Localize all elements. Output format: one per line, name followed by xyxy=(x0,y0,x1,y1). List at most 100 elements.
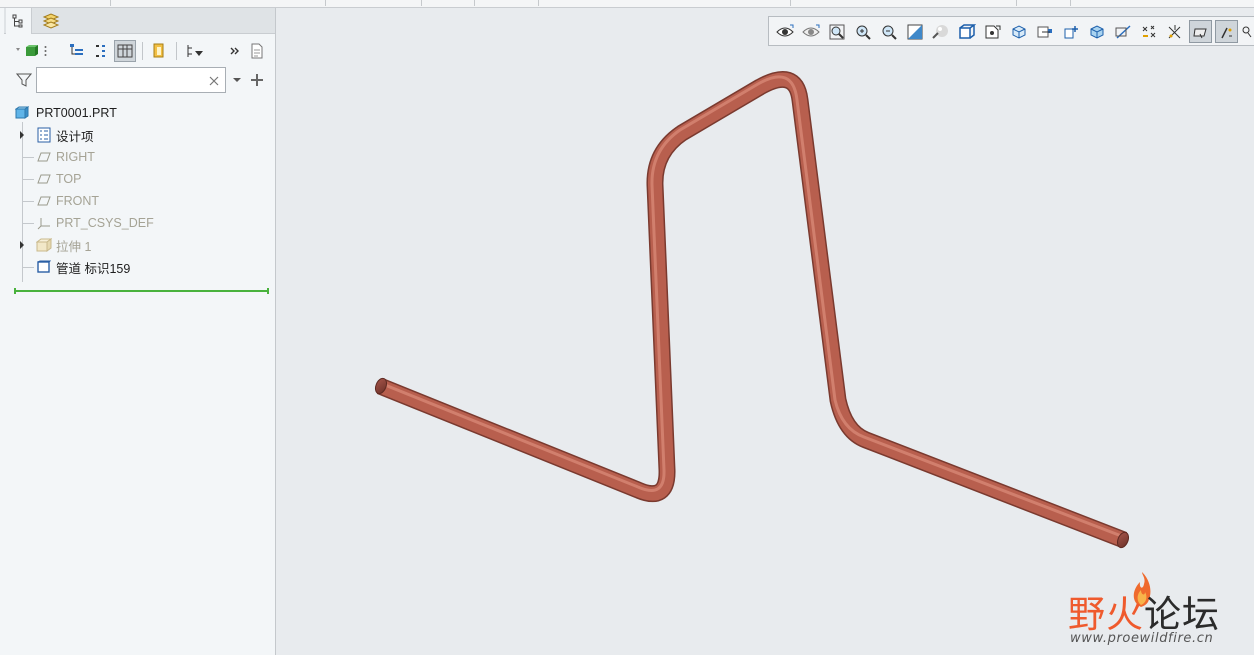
repaint-button[interactable] xyxy=(903,20,926,43)
named-views-icon xyxy=(958,23,976,39)
forum-watermark: 野火论坛 www.proewildfire.cn xyxy=(1068,572,1248,650)
tree-filters-button[interactable] xyxy=(90,40,112,62)
graphics-toolbar xyxy=(768,16,1254,46)
ribbon-separator xyxy=(1016,0,1017,6)
named-views-button[interactable] xyxy=(955,20,978,43)
tree-item-label: TOP xyxy=(56,172,82,186)
section-button[interactable] xyxy=(981,20,1004,43)
notes-icon xyxy=(251,43,263,59)
ribbon-separator xyxy=(325,0,326,6)
tree-item-right-plane[interactable]: RIGHT xyxy=(12,146,270,168)
point-display-icon xyxy=(1142,25,1155,37)
expand-arrow-icon[interactable] xyxy=(18,131,26,139)
toolbar-separator xyxy=(142,42,143,60)
suppressed-button[interactable] xyxy=(182,40,208,62)
saved-views-icon xyxy=(775,24,794,36)
more-button[interactable] xyxy=(224,40,246,62)
ribbon-separator xyxy=(421,0,422,6)
zoom-in-button[interactable] xyxy=(851,20,874,43)
plane-display-button[interactable] xyxy=(1085,20,1108,43)
repaint-icon xyxy=(907,24,922,39)
model-tree-tab[interactable] xyxy=(6,8,32,34)
graphics-window[interactable] xyxy=(276,8,1254,655)
search-row xyxy=(14,66,272,94)
show-part-button[interactable] xyxy=(14,40,42,62)
settings-icon xyxy=(70,44,83,55)
plane-display-icon xyxy=(1090,24,1103,39)
insert-here-marker[interactable] xyxy=(14,288,269,294)
zoom-out-button[interactable] xyxy=(877,20,900,43)
more-icon xyxy=(230,47,239,55)
tree-item-top-plane[interactable]: TOP xyxy=(12,168,270,190)
annotation-orientation-button[interactable] xyxy=(1215,20,1238,43)
tree-root[interactable]: PRT0001.PRT xyxy=(12,102,270,124)
watermark-url: www.proewildfire.cn xyxy=(1070,631,1214,646)
expand-arrow-icon[interactable] xyxy=(18,241,26,249)
section-icon xyxy=(985,25,1000,38)
clear-icon[interactable] xyxy=(209,76,219,86)
tree-item-extrude[interactable]: 拉伸 1 xyxy=(12,234,270,256)
tree-item-label: PRT_CSYS_DEF xyxy=(56,216,154,230)
tree-item-label: RIGHT xyxy=(56,150,95,164)
saved-views-button[interactable] xyxy=(773,20,796,43)
edge-display-icon xyxy=(1242,26,1252,37)
tree-item-csys[interactable]: PRT_CSYS_DEF xyxy=(12,212,270,234)
tree-root-label: PRT0001.PRT xyxy=(36,106,117,120)
design-items-icon xyxy=(36,127,52,143)
layers-tab[interactable] xyxy=(38,8,64,34)
annotation-display-icon xyxy=(1064,25,1078,38)
csys-display-button[interactable] xyxy=(1163,20,1186,43)
tree-item-label: 管道 标识159 xyxy=(56,261,131,276)
tree-columns-icon xyxy=(117,44,133,58)
settings-button[interactable] xyxy=(66,40,88,62)
pipe-feature-icon xyxy=(36,259,52,275)
ribbon-separator xyxy=(790,0,791,6)
more-dots xyxy=(42,40,48,62)
perspective-icon xyxy=(1037,26,1052,37)
navigator-tabs xyxy=(4,8,275,34)
annotation-display-button[interactable] xyxy=(1059,20,1082,43)
navigator-panel: PRT0001.PRT 设计项 RIGHT TOP FRONT PRT_CSYS… xyxy=(0,8,276,655)
datum-plane-icon xyxy=(36,171,52,187)
filter-icon[interactable] xyxy=(16,72,32,88)
orient-icon xyxy=(1012,24,1025,39)
tree-item-front-plane[interactable]: FRONT xyxy=(12,190,270,212)
tree-filters-icon xyxy=(96,45,105,57)
orient-button[interactable] xyxy=(1007,20,1030,43)
refit-button[interactable] xyxy=(825,20,848,43)
ribbon-separator xyxy=(1070,0,1071,6)
tree-item-label: 设计项 xyxy=(56,129,94,144)
layers-icon xyxy=(42,13,60,29)
edge-display-button[interactable] xyxy=(1241,20,1254,43)
search-input[interactable] xyxy=(40,71,205,89)
tree-columns-button[interactable] xyxy=(114,40,136,62)
point-display-button[interactable] xyxy=(1137,20,1160,43)
appearance-button[interactable] xyxy=(799,20,822,43)
csys-display-icon xyxy=(1168,24,1180,38)
display-style-button[interactable] xyxy=(929,20,952,43)
tree-item-label: 拉伸 1 xyxy=(56,239,92,254)
grid-view-icon xyxy=(153,43,164,58)
watermark-title-part2: 论坛 xyxy=(1144,593,1220,636)
perspective-button[interactable] xyxy=(1033,20,1056,43)
tree-item-label: FRONT xyxy=(56,194,100,208)
extrude-icon xyxy=(36,237,52,253)
display-style-icon xyxy=(931,24,948,39)
grid-view-button[interactable] xyxy=(148,40,170,62)
ribbon-separator xyxy=(474,0,475,6)
axis-display-button[interactable] xyxy=(1111,20,1134,43)
tree-item-pipe[interactable]: 管道 标识159 xyxy=(12,256,270,278)
coordinate-system-icon xyxy=(36,215,52,231)
show-part-icon xyxy=(16,45,38,56)
dropdown-icon[interactable] xyxy=(232,76,242,84)
datum-plane-icon xyxy=(36,149,52,165)
axis-display-icon xyxy=(1115,24,1131,39)
add-icon[interactable] xyxy=(250,73,264,87)
notes-button[interactable] xyxy=(246,40,268,62)
spin-center-button[interactable] xyxy=(1189,20,1212,43)
tree-item-design-items[interactable]: 设计项 xyxy=(12,124,270,146)
part-icon xyxy=(14,105,30,121)
refit-icon xyxy=(829,24,844,39)
watermark-title: 野火论坛 xyxy=(1068,584,1220,638)
zoom-in-icon xyxy=(856,25,871,40)
